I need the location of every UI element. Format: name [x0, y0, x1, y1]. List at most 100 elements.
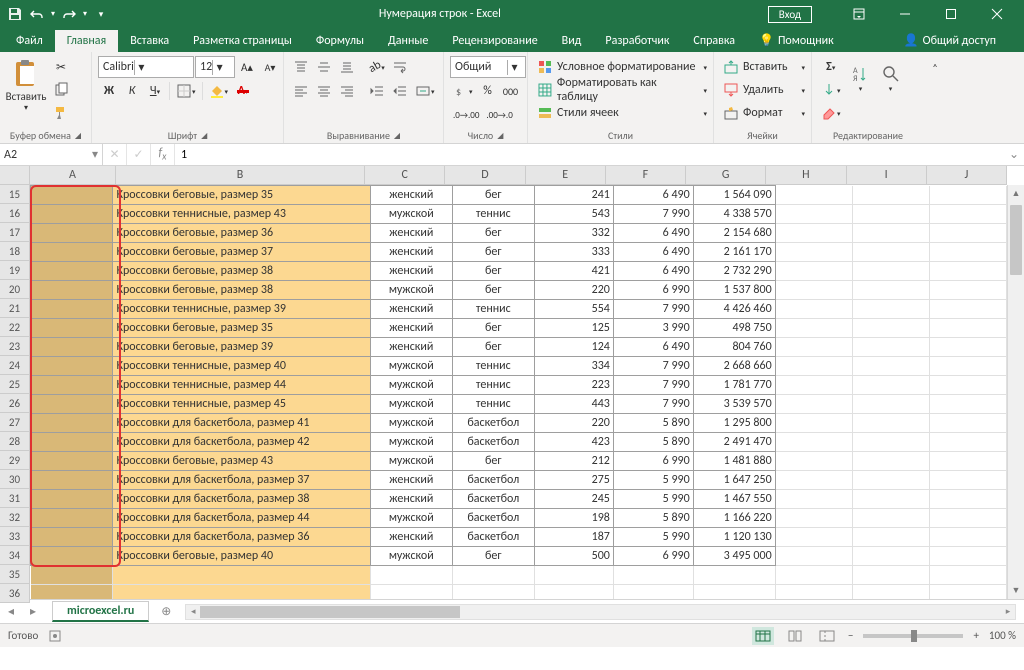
cell[interactable]: Кроссовки теннисные, размер 39 [113, 300, 371, 319]
borders-button[interactable]: ▾ [173, 80, 199, 102]
page-break-view-button[interactable] [816, 627, 838, 645]
cell[interactable]: 7 990 [613, 205, 693, 224]
scroll-right-button[interactable]: ▸ [1001, 605, 1015, 619]
cell[interactable]: мужской [370, 414, 452, 433]
cell[interactable]: Кроссовки для баскетбола, размер 37 [113, 471, 371, 490]
scroll-down-button[interactable]: ▼ [1008, 582, 1024, 599]
cell[interactable]: теннис [452, 395, 534, 414]
cell-styles-button[interactable]: Стили ячеек▾ [534, 102, 710, 124]
italic-button[interactable]: К [121, 80, 143, 102]
cell[interactable]: 333 [534, 243, 613, 262]
cell[interactable] [852, 281, 929, 300]
save-icon[interactable] [4, 3, 26, 25]
cell[interactable] [775, 414, 852, 433]
wrap-text-button[interactable] [389, 56, 411, 78]
signin-button[interactable]: Вход [768, 6, 812, 23]
font-name-select[interactable]: Calibri▾ [98, 56, 194, 78]
tab-developer[interactable]: Разработчик [593, 30, 681, 52]
cell[interactable] [852, 262, 929, 281]
select-all-corner[interactable] [0, 166, 30, 185]
cell[interactable]: 1 647 250 [693, 471, 775, 490]
macro-record-icon[interactable] [48, 629, 62, 643]
copy-button[interactable] [50, 79, 72, 101]
cell[interactable] [31, 186, 113, 205]
cell[interactable]: женский [370, 224, 452, 243]
cell[interactable]: 804 760 [693, 338, 775, 357]
cell[interactable]: бег [452, 262, 534, 281]
orientation-button[interactable]: ab▾ [366, 56, 388, 78]
cell[interactable]: мужской [370, 357, 452, 376]
cell[interactable]: 3 990 [613, 319, 693, 338]
cell[interactable] [929, 414, 1006, 433]
cell[interactable] [31, 224, 113, 243]
cell[interactable]: Кроссовки теннисные, размер 40 [113, 357, 371, 376]
cell[interactable]: женский [370, 262, 452, 281]
cell[interactable]: бег [452, 338, 534, 357]
row-header[interactable]: 36 [0, 584, 29, 603]
cell[interactable] [852, 357, 929, 376]
cell[interactable]: мужской [370, 281, 452, 300]
cell[interactable] [693, 566, 775, 585]
row-header[interactable]: 31 [0, 489, 29, 508]
cell[interactable] [852, 205, 929, 224]
tab-review[interactable]: Рецензирование [440, 30, 549, 52]
cell[interactable] [929, 585, 1006, 600]
cell[interactable]: 6 490 [613, 224, 693, 243]
zoom-out-button[interactable]: − [848, 629, 853, 642]
cell[interactable] [852, 528, 929, 547]
vertical-scrollbar[interactable]: ▲ ▼ [1007, 185, 1024, 599]
cell[interactable] [31, 585, 113, 600]
cell[interactable] [852, 433, 929, 452]
cell[interactable]: баскетбол [452, 528, 534, 547]
cell[interactable]: баскетбол [452, 433, 534, 452]
cell[interactable]: 7 990 [613, 395, 693, 414]
cell[interactable]: 6 490 [613, 186, 693, 205]
align-center-button[interactable] [313, 80, 335, 102]
cell[interactable]: 7 990 [613, 300, 693, 319]
cell[interactable]: 6 990 [613, 452, 693, 471]
zoom-in-button[interactable]: + [973, 629, 978, 642]
cell[interactable] [775, 509, 852, 528]
cell[interactable] [775, 300, 852, 319]
cell[interactable] [775, 319, 852, 338]
cell[interactable]: 5 990 [613, 490, 693, 509]
cell[interactable] [929, 433, 1006, 452]
cell[interactable] [31, 566, 113, 585]
cell[interactable]: Кроссовки теннисные, размер 44 [113, 376, 371, 395]
cell[interactable]: 4 426 460 [693, 300, 775, 319]
decrease-font-button[interactable]: A▾ [259, 56, 281, 78]
tab-home[interactable]: Главная [55, 30, 118, 52]
cell[interactable]: 1 537 800 [693, 281, 775, 300]
cell[interactable] [452, 585, 534, 600]
tab-insert[interactable]: Вставка [118, 30, 181, 52]
align-bottom-button[interactable] [336, 56, 358, 78]
cell[interactable] [852, 585, 929, 600]
cell[interactable] [31, 319, 113, 338]
delete-cells-button[interactable]: Удалить▾ [720, 79, 808, 101]
comma-button[interactable]: 000 [500, 80, 522, 102]
vertical-scroll-thumb[interactable] [1010, 205, 1022, 275]
cell[interactable] [31, 452, 113, 471]
cell[interactable]: бег [452, 224, 534, 243]
cell[interactable] [775, 376, 852, 395]
autosum-button[interactable]: Σ▾ [818, 56, 844, 78]
cell[interactable]: 2 732 290 [693, 262, 775, 281]
sheet-nav-next[interactable]: ▸ [22, 604, 44, 619]
cell[interactable]: Кроссовки для баскетбола, размер 44 [113, 509, 371, 528]
cell[interactable]: 275 [534, 471, 613, 490]
cell[interactable]: 1 166 220 [693, 509, 775, 528]
cell[interactable]: мужской [370, 452, 452, 471]
cell[interactable] [929, 528, 1006, 547]
cell[interactable]: 3 539 570 [693, 395, 775, 414]
cell[interactable]: 500 [534, 547, 613, 566]
cell[interactable] [929, 205, 1006, 224]
cell[interactable]: бег [452, 319, 534, 338]
cell[interactable]: женский [370, 528, 452, 547]
cell[interactable] [852, 243, 929, 262]
cell[interactable]: 220 [534, 281, 613, 300]
tab-formulas[interactable]: Формулы [304, 30, 376, 52]
cell[interactable] [31, 262, 113, 281]
cell[interactable]: теннис [452, 205, 534, 224]
cell[interactable]: женский [370, 471, 452, 490]
column-header-A[interactable]: A [30, 166, 116, 184]
